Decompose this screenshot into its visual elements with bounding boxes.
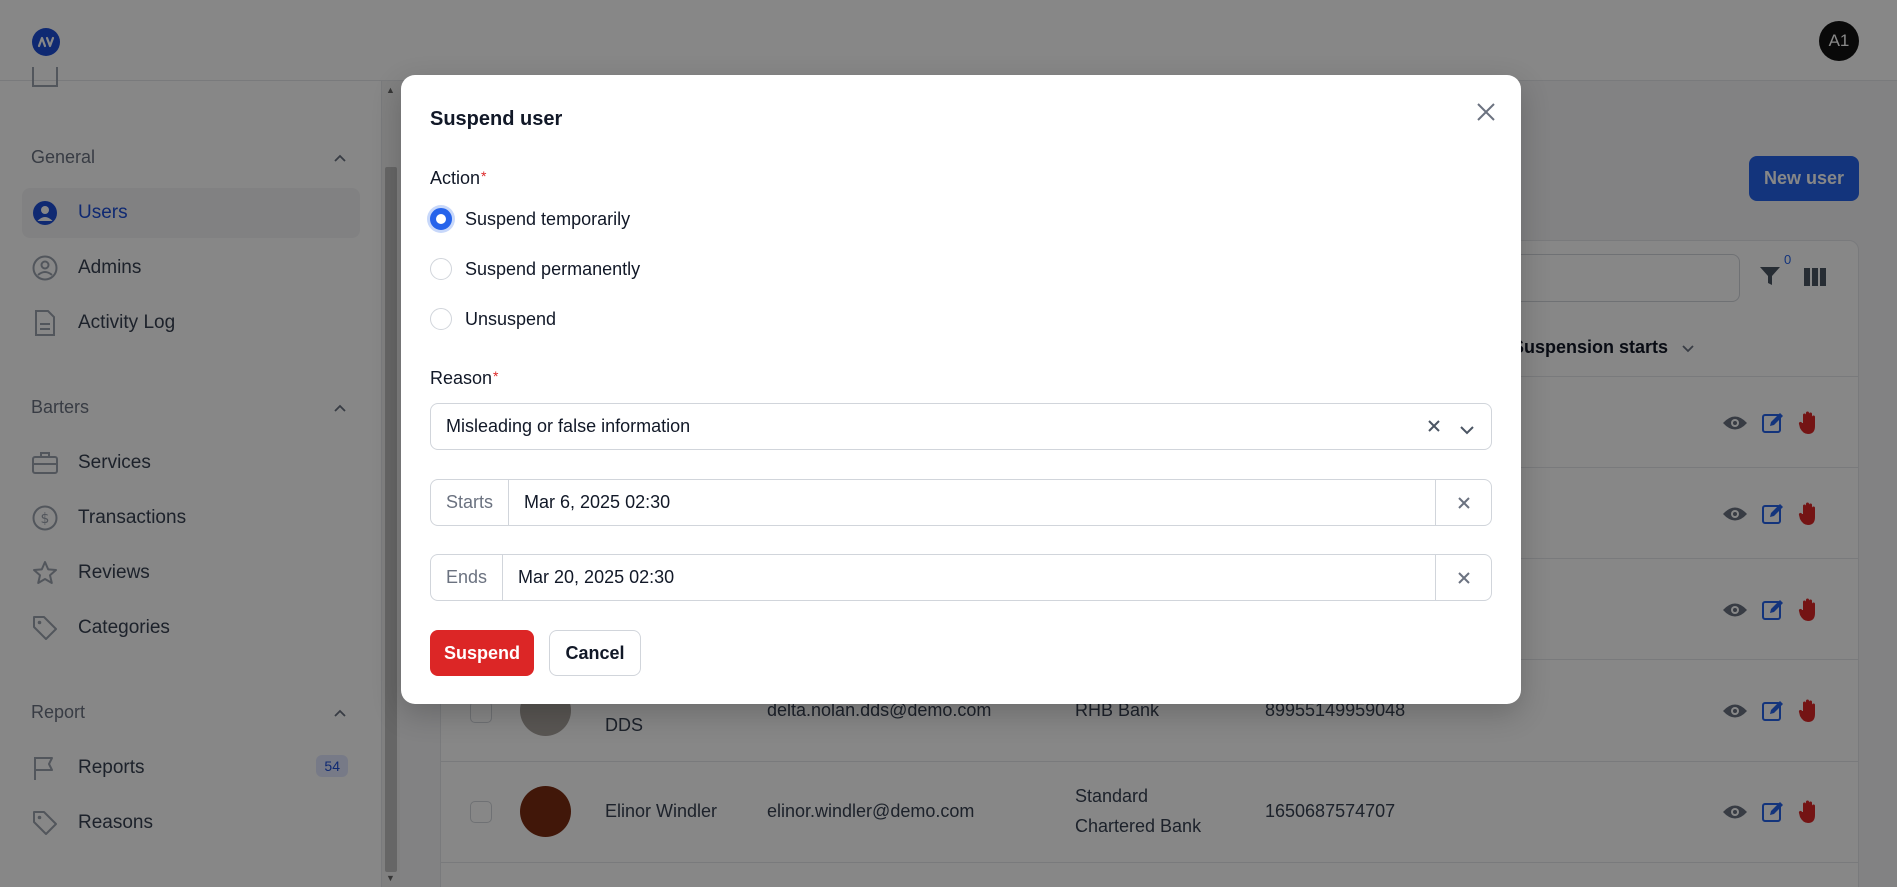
cancel-button[interactable]: Cancel <box>549 630 641 676</box>
starts-value[interactable]: Mar 6, 2025 02:30 <box>509 492 1435 513</box>
radio-button[interactable] <box>430 208 452 230</box>
clear-selection-icon[interactable] <box>1425 417 1443 440</box>
required-mark: * <box>481 168 487 184</box>
ends-value[interactable]: Mar 20, 2025 02:30 <box>503 567 1435 588</box>
clear-starts-icon[interactable] <box>1435 480 1491 525</box>
suspend-user-modal: Suspend user Action* Suspend temporarily… <box>401 75 1521 704</box>
starts-date-field[interactable]: Starts Mar 6, 2025 02:30 <box>430 479 1492 526</box>
reason-label: Reason* <box>430 368 499 389</box>
reason-select[interactable]: Misleading or false information <box>430 403 1492 450</box>
action-label: Action* <box>430 168 486 189</box>
action-label-text: Action <box>430 168 481 188</box>
radio-unsuspend[interactable]: Unsuspend <box>430 308 556 330</box>
radio-suspend-temporarily[interactable]: Suspend temporarily <box>430 208 630 230</box>
suspend-button[interactable]: Suspend <box>430 630 534 676</box>
ends-prefix: Ends <box>431 555 504 600</box>
modal-title: Suspend user <box>430 108 563 130</box>
clear-ends-icon[interactable] <box>1435 555 1491 600</box>
radio-label: Suspend temporarily <box>465 208 631 229</box>
radio-label: Suspend permanently <box>465 258 641 279</box>
reason-selected-value: Misleading or false information <box>446 416 691 436</box>
radio-button[interactable] <box>430 258 452 280</box>
ends-date-field[interactable]: Ends Mar 20, 2025 02:30 <box>430 554 1492 601</box>
close-icon[interactable] <box>1473 99 1499 125</box>
radio-label: Unsuspend <box>465 308 557 329</box>
radio-button[interactable] <box>430 308 452 330</box>
radio-suspend-permanently[interactable]: Suspend permanently <box>430 258 640 280</box>
required-mark: * <box>493 368 499 384</box>
reason-label-text: Reason <box>430 368 493 388</box>
starts-prefix: Starts <box>431 480 510 525</box>
chevron-down-icon[interactable] <box>1459 420 1475 441</box>
